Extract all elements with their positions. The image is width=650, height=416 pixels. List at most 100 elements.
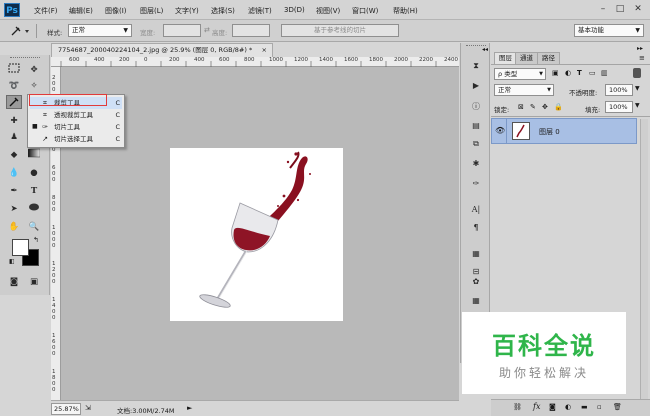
chevron-down-icon[interactable]: ▼: [635, 85, 640, 92]
share-icon[interactable]: ⇲: [85, 404, 91, 412]
menu-type[interactable]: 文字(Y): [175, 6, 199, 16]
swap-colors-icon[interactable]: ↰: [33, 236, 39, 244]
layers-scrollbar[interactable]: [640, 119, 648, 409]
menu-layer[interactable]: 图层(L): [140, 6, 163, 16]
status-arrow-icon[interactable]: ►: [187, 404, 192, 412]
notes-icon[interactable]: ▦: [468, 247, 484, 261]
swap-icon[interactable]: ⇄: [204, 26, 210, 34]
document-image[interactable]: [170, 148, 343, 321]
menu-select[interactable]: 选择(S): [211, 6, 235, 16]
fill-input[interactable]: 100%: [605, 101, 633, 113]
workspace-select[interactable]: 基本功能 ▼: [574, 24, 644, 37]
blur-icon[interactable]: 💧: [6, 166, 22, 180]
move-icon[interactable]: ✥: [26, 63, 42, 77]
ruler-label: 1000: [269, 57, 283, 63]
filter-pixel-icon[interactable]: ▣: [552, 69, 559, 77]
slices-from-guides-button[interactable]: 基于参考线的切片: [281, 24, 399, 37]
menu-edit[interactable]: 编辑(E): [69, 6, 93, 16]
magic-wand-icon[interactable]: ✧: [26, 79, 42, 93]
close-window-button[interactable]: ✕: [631, 3, 645, 15]
tab-channels[interactable]: 通道: [515, 52, 538, 64]
path-select-icon[interactable]: ➤: [6, 202, 22, 216]
menu-file[interactable]: 文件(F): [34, 6, 58, 16]
slice-tool-preset-icon[interactable]: [10, 25, 32, 40]
pen-icon[interactable]: ✒: [6, 184, 22, 198]
foreground-color-swatch[interactable]: [12, 239, 29, 256]
maximize-button[interactable]: □: [613, 3, 627, 15]
default-colors-icon[interactable]: ◧: [9, 258, 15, 265]
3d-icon[interactable]: ⧉: [468, 137, 484, 151]
paragraph-icon[interactable]: ¶: [468, 221, 484, 235]
filter-shape-icon[interactable]: ▭: [589, 69, 596, 77]
layer-row[interactable]: 👁 图层 0: [491, 118, 637, 144]
swatches-grid-icon[interactable]: ▦: [468, 294, 484, 308]
spot-heal-icon[interactable]: ✚: [6, 114, 22, 128]
brush-presets-icon[interactable]: ✱: [468, 157, 484, 171]
filter-toggle[interactable]: [633, 68, 641, 78]
add-mask-icon[interactable]: ◙: [549, 403, 556, 411]
new-group-icon[interactable]: ▬: [581, 403, 588, 411]
lock-position-icon[interactable]: ✥: [542, 103, 548, 111]
layer-kind-filter[interactable]: ρ 类型 ▼: [494, 68, 546, 80]
chevron-down-icon[interactable]: ▼: [635, 102, 640, 109]
menu-help[interactable]: 帮助(H): [393, 6, 418, 16]
eraser-icon[interactable]: ◆: [6, 148, 22, 162]
blend-mode-select[interactable]: 正常 ▼: [494, 84, 554, 96]
panel-collapse-icon[interactable]: ▸▸: [637, 45, 643, 52]
slice-tool-icon[interactable]: [6, 95, 22, 109]
collapse-icon[interactable]: ◂◂: [482, 46, 488, 53]
link-layers-icon[interactable]: ⛓: [513, 403, 522, 411]
lock-pixels-icon[interactable]: ✎: [530, 103, 536, 111]
chevron-down-icon: ▼: [547, 87, 551, 93]
screen-mode-icon[interactable]: ▣: [26, 275, 42, 289]
menu-3d[interactable]: 3D(D): [284, 6, 305, 14]
ruler-label: 0: [52, 177, 56, 183]
zoom-field[interactable]: 25.87%: [51, 403, 81, 415]
lock-all-icon[interactable]: 🔒: [554, 103, 563, 111]
properties-icon[interactable]: ▤: [468, 119, 484, 133]
flyout-item-perspective-crop[interactable]: ⌗ 透视裁剪工具 C: [30, 109, 122, 121]
tab-layers[interactable]: 图层: [494, 52, 517, 64]
filter-type-icon[interactable]: T: [577, 69, 582, 77]
menu-window[interactable]: 窗口(W): [352, 6, 378, 16]
menu-filter[interactable]: 滤镜(T): [248, 6, 272, 16]
zoom-icon[interactable]: 🔍: [26, 220, 42, 234]
style-select[interactable]: 正常 ▼: [68, 24, 132, 37]
minimize-button[interactable]: –: [596, 3, 610, 15]
lock-transparent-icon[interactable]: ⊠: [518, 103, 524, 111]
hand-icon[interactable]: ✋: [6, 220, 22, 234]
history-icon[interactable]: ⧗: [468, 59, 484, 73]
flyout-item-slice-select[interactable]: ↗ 切片选择工具 C: [30, 133, 122, 145]
stamp-icon[interactable]: ♟: [6, 130, 22, 144]
actions-icon[interactable]: ▶: [468, 79, 484, 93]
width-input[interactable]: [163, 24, 201, 37]
close-document-icon[interactable]: ×: [262, 44, 267, 57]
menu-image[interactable]: 图像(I): [105, 6, 127, 16]
menu-view[interactable]: 视图(V): [316, 6, 340, 16]
color-wheel-icon[interactable]: ✿: [468, 275, 484, 289]
fx-icon[interactable]: fx: [533, 402, 540, 411]
info-icon[interactable]: ⓘ: [468, 100, 484, 114]
opacity-input[interactable]: 100%: [605, 84, 633, 96]
height-input[interactable]: [232, 24, 270, 37]
filter-smart-icon[interactable]: ▥: [601, 69, 608, 77]
gradient-icon[interactable]: [26, 148, 42, 162]
rect-marquee-icon[interactable]: [6, 63, 22, 77]
type-icon[interactable]: T: [26, 184, 42, 198]
new-layer-icon[interactable]: ▫: [597, 403, 602, 411]
ellipse-icon[interactable]: [26, 202, 42, 216]
flyout-item-slice[interactable]: ■ ✑ 切片工具 C: [30, 121, 122, 133]
delete-layer-icon[interactable]: 🗑: [613, 403, 622, 411]
lasso-icon[interactable]: ➰: [6, 79, 22, 93]
panel-divider: [491, 116, 650, 117]
tab-paths[interactable]: 路径: [537, 52, 560, 64]
character-icon[interactable]: A|: [468, 203, 484, 217]
tool-presets-icon[interactable]: ✑: [468, 177, 484, 191]
panel-menu-icon[interactable]: ≡: [639, 54, 645, 62]
quick-mask-icon[interactable]: ◙: [6, 275, 22, 289]
dodge-icon[interactable]: ●: [26, 166, 42, 180]
document-tab[interactable]: 7754687_200040224104_2.jpg @ 25.9% (图层 0…: [51, 43, 273, 57]
adjustment-layer-icon[interactable]: ◐: [565, 403, 571, 411]
filter-adjust-icon[interactable]: ◐: [565, 69, 571, 77]
visibility-eye-icon[interactable]: 👁: [495, 126, 505, 135]
